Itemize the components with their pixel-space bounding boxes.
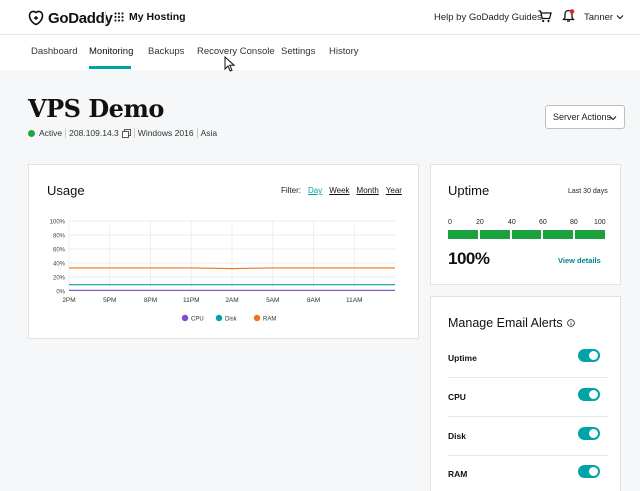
server-region: Asia [200,128,218,138]
divider [65,128,67,138]
divider [196,128,198,138]
x-tick-label: 2PM [62,297,75,304]
cart-icon[interactable] [538,10,552,23]
top-bar: GoDaddy My Hosting Help by GoDaddy Guide… [0,0,640,35]
email-alerts-card: Manage Email Alerts Uptime CPU Disk RAM [430,296,621,491]
nav-tabs: Dashboard Monitoring Backups Recovery Co… [0,35,640,70]
uptime-title: Uptime [448,183,490,198]
usage-chart: 100% 80% 60% 40% 20% 0%2PM 5PM 8PM 11PM 2AM 5AM 8AM… [50,220,395,323]
uptime-bar-segment [448,230,478,239]
uptime-tick: 40 [508,219,516,226]
y-tick-label: 40% [53,262,66,268]
cpu-alert-toggle[interactable] [578,388,600,401]
godaddy-logo[interactable]: GoDaddy [28,9,113,27]
mouse-cursor-icon [224,56,235,72]
uptime-tick: 100 [594,219,606,226]
usage-card: Usage Filter: Day Week Month Year 100% 80… [28,164,419,339]
server-meta: Active 208.109.14.3 Windows 2016 Asia [28,128,217,138]
brand-name: GoDaddy [48,9,113,27]
y-tick-label: 20% [53,276,66,282]
tab-backups[interactable]: Backups [148,46,184,57]
notification-bell-icon[interactable] [562,9,575,23]
legend-label: CPU [191,317,204,323]
uptime-bar-segment [543,230,574,239]
alert-label: RAM [448,469,468,479]
view-details-link[interactable]: View details [558,256,601,265]
godaddy-logo-icon [28,10,44,26]
legend-label: Disk [225,317,238,323]
x-tick-label: 5AM [266,297,279,304]
legend-swatch [215,314,223,322]
uptime-tick: 60 [539,219,547,226]
alert-row-cpu: CPU [448,379,608,417]
server-actions-button[interactable]: Server Actions [545,105,625,129]
x-tick-label: 11PM [183,297,200,304]
page-title: VPS Demo [28,94,164,123]
chevron-down-icon[interactable] [616,14,624,20]
y-tick-label: 0% [56,290,65,296]
copy-icon[interactable] [121,128,131,138]
divider [105,11,106,25]
x-tick-label: 8PM [144,297,157,304]
tab-dashboard[interactable]: Dashboard [31,46,77,57]
alerts-title: Manage Email Alerts [448,316,575,330]
toggle-knob [589,351,598,360]
uptime-tick: 0 [448,219,452,226]
alert-label: Uptime [448,353,477,363]
uptime-card: Uptime Last 30 days 0 20 40 60 80 100 10… [430,164,621,285]
uptime-bar [448,230,605,239]
alert-row-ram: RAM [448,456,608,491]
status-text: Active [39,128,63,138]
alerts-heading: Manage Email Alerts [448,316,563,330]
uptime-value: 100% [448,249,490,268]
info-icon[interactable] [566,319,575,327]
alert-row-disk: Disk [448,418,608,456]
x-tick-label: 8AM [307,297,320,304]
toggle-knob [589,429,598,438]
server-os: Windows 2016 [137,128,194,138]
y-tick-label: 100% [50,220,66,226]
legend-swatch [253,314,261,322]
toggle-knob [589,390,598,399]
uptime-bar-segment [479,230,510,239]
uptime-range: Last 30 days [568,188,608,195]
active-tab-indicator [89,66,131,69]
tab-settings[interactable]: Settings [281,46,315,57]
y-tick-label: 80% [53,234,66,240]
product-name[interactable]: My Hosting [129,11,186,23]
divider [133,128,135,138]
x-tick-label: 5PM [103,297,116,304]
ram-alert-toggle[interactable] [578,465,600,478]
tab-recovery-console[interactable]: Recovery Console [197,46,275,57]
x-tick-label: 11AM [346,297,363,304]
disk-alert-toggle[interactable] [578,427,600,440]
server-actions-label: Server Actions [553,112,612,122]
chevron-down-icon [609,116,617,121]
uptime-bar-segment [511,230,542,239]
legend-label: RAM [263,317,276,323]
help-link[interactable]: Help by GoDaddy Guides [434,12,542,23]
alert-row-uptime: Uptime [448,340,608,378]
server-ip: 208.109.14.3 [69,128,119,138]
user-menu[interactable]: Tanner [584,12,613,23]
alert-label: Disk [448,431,466,441]
tab-monitoring[interactable]: Monitoring [89,46,133,57]
status-dot [28,129,35,137]
x-tick-label: 2AM [225,297,238,304]
y-tick-label: 60% [53,248,66,254]
uptime-tick: 80 [570,219,578,226]
legend-swatch [181,314,189,322]
tab-history[interactable]: History [329,46,359,57]
uptime-alert-toggle[interactable] [578,349,600,362]
toggle-knob [589,467,598,476]
uptime-bar-segment [575,230,605,239]
apps-grid-icon[interactable] [114,12,124,22]
uptime-tick: 20 [476,219,484,226]
alert-label: CPU [448,392,466,402]
